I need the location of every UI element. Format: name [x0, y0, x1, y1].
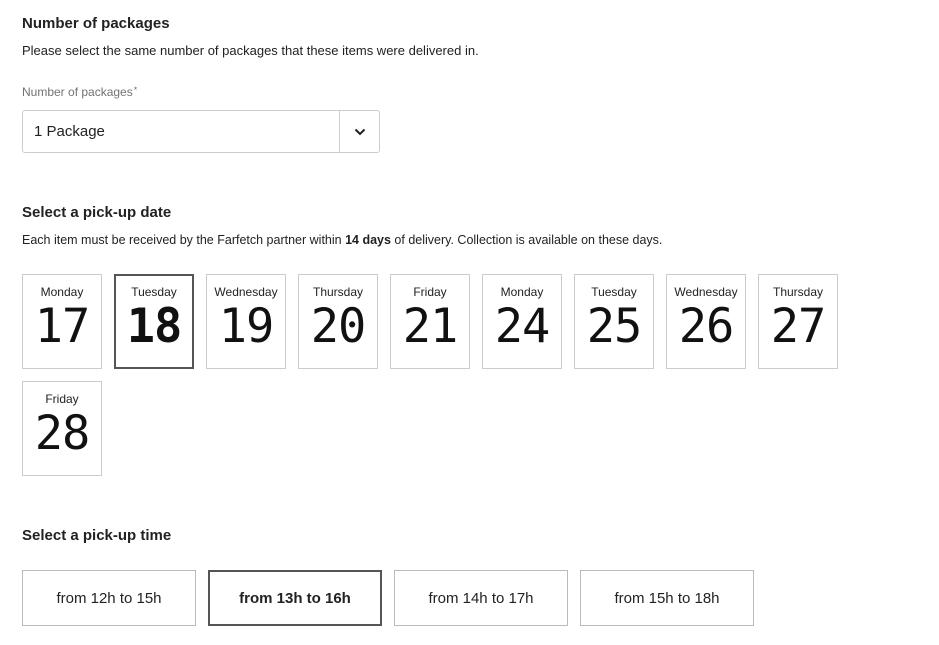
date-weekday: Tuesday	[131, 285, 177, 299]
date-weekday: Friday	[45, 392, 79, 406]
pickup-time-title: Select a pick-up time	[22, 527, 172, 544]
date-day-number: 19	[218, 299, 275, 354]
date-option[interactable]: Monday 24	[482, 274, 562, 369]
date-weekday: Wednesday	[674, 285, 738, 299]
date-day-number: 17	[34, 299, 91, 354]
date-weekday: Friday	[413, 285, 447, 299]
date-option[interactable]: Thursday 27	[758, 274, 838, 369]
pickup-date-description: Each item must be received by the Farfet…	[22, 233, 662, 247]
date-day-number: 24	[494, 299, 551, 354]
date-day-number: 28	[34, 406, 91, 461]
date-option[interactable]: Wednesday 19	[206, 274, 286, 369]
date-day-number: 18	[126, 299, 183, 354]
packages-field-label-text: Number of packages	[22, 85, 133, 99]
date-weekday: Thursday	[772, 285, 824, 299]
packages-select[interactable]: 1 Package	[22, 110, 380, 153]
packages-field-label: Number of packages*	[22, 85, 137, 99]
date-weekday: Monday	[40, 285, 84, 299]
pickup-date-desc-after: of delivery. Collection is available on …	[390, 233, 663, 247]
date-weekday: Tuesday	[591, 285, 637, 299]
pickup-date-desc-before: Each item must be received by the Farfet…	[22, 233, 346, 247]
date-day-number: 20	[310, 299, 367, 354]
time-slot-button[interactable]: from 15h to 18h	[580, 570, 754, 626]
packages-description: Please select the same number of package…	[22, 43, 479, 58]
date-day-number: 25	[586, 299, 643, 354]
packages-title: Number of packages	[22, 15, 170, 32]
date-weekday: Wednesday	[214, 285, 278, 299]
date-day-number: 21	[402, 299, 459, 354]
required-mark: *	[133, 85, 138, 95]
date-option[interactable]: Wednesday 26	[666, 274, 746, 369]
packages-select-value: 1 Package	[34, 123, 105, 140]
date-option[interactable]: Monday 17	[22, 274, 102, 369]
date-weekday: Thursday	[312, 285, 364, 299]
time-slot-button[interactable]: from 12h to 15h	[22, 570, 196, 626]
time-slot-button-selected[interactable]: from 13h to 16h	[208, 570, 382, 626]
pickup-date-desc-bold: 14 days	[345, 233, 391, 247]
date-day-number: 27	[770, 299, 827, 354]
chevron-down-icon[interactable]	[339, 111, 379, 152]
date-option[interactable]: Friday 28	[22, 381, 102, 476]
date-option[interactable]: Thursday 20	[298, 274, 378, 369]
date-weekday: Monday	[500, 285, 544, 299]
date-option[interactable]: Friday 21	[390, 274, 470, 369]
pickup-date-title: Select a pick-up date	[22, 204, 172, 221]
time-slot-button[interactable]: from 14h to 17h	[394, 570, 568, 626]
date-day-number: 26	[678, 299, 735, 354]
date-option[interactable]: Tuesday 25	[574, 274, 654, 369]
date-option-selected[interactable]: Tuesday 18	[114, 274, 194, 369]
